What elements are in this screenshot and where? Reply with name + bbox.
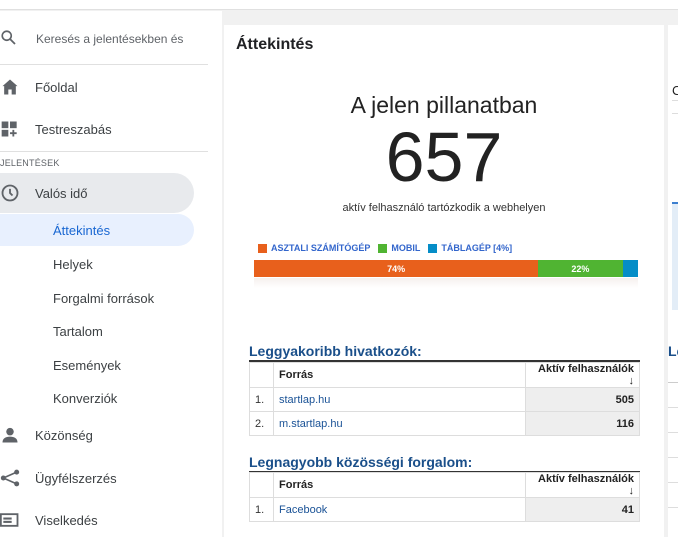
social-table: Forrás Aktív felhasználók ↓ 1. Facebook … <box>249 472 640 522</box>
divider <box>0 151 208 152</box>
row-index: 2. <box>249 411 274 436</box>
legend-mobile: MOBIL <box>378 243 420 253</box>
nav-realtime-traffic-sources[interactable]: Forgalmi források <box>53 291 154 306</box>
header-source[interactable]: Forrás <box>273 472 526 498</box>
nav-home[interactable]: Főoldal <box>0 69 194 105</box>
row-source-link[interactable]: startlap.hu <box>273 387 526 412</box>
nav-home-label: Főoldal <box>35 79 78 95</box>
table-row: 2. m.startlap.hu 116 <box>249 411 640 436</box>
nav-behavior-label: Viselkedés <box>35 512 98 528</box>
right-panel-section-title: Le <box>668 343 678 359</box>
now-title: A jelen pillanatban <box>350 92 538 118</box>
legend-tablet: TÁBLAGÉP [4%] <box>428 243 512 253</box>
table-header-row: Forrás Aktív felhasználók ↓ <box>249 472 640 498</box>
legend-swatch <box>258 243 267 253</box>
right-panel-chart <box>672 202 678 310</box>
page-title: Áttekintés <box>236 36 314 53</box>
bar-reflection <box>254 278 638 288</box>
nav-acquisition[interactable]: Ügyfélszerzés <box>0 460 194 496</box>
nav-realtime-label: Valós idő <box>35 185 88 201</box>
person-icon <box>2 427 18 443</box>
device-legend: ASZTALI SZÁMÍTÓGÉP MOBIL TÁBLAGÉP [4%] <box>258 243 512 253</box>
sort-down-icon: ↓ <box>628 485 635 497</box>
table-row: 1. Facebook 41 <box>249 497 640 522</box>
header-source[interactable]: Forrás <box>273 362 526 388</box>
referrers-title: Leggyakoribb hivatkozók: <box>249 343 422 359</box>
social-title: Legnagyobb közösségi forgalom: <box>249 454 473 470</box>
nav-customize-label: Testreszabás <box>35 121 112 137</box>
overview-panel: Áttekintés A jelen pillanatban 657 aktív… <box>224 25 664 537</box>
search-icon <box>1 30 16 45</box>
behavior-icon <box>0 513 19 527</box>
device-bar-segment: 74% <box>254 260 539 277</box>
nav-realtime-locations[interactable]: Helyek <box>53 257 93 272</box>
header-index <box>249 362 274 388</box>
active-users-subtitle: aktív felhasználó tartózkodik a webhelye… <box>342 202 546 214</box>
acquisition-icon <box>0 469 20 487</box>
row-source-link[interactable]: m.startlap.hu <box>273 411 526 436</box>
nav-realtime-events[interactable]: Események <box>53 358 121 373</box>
row-source-link[interactable]: Facebook <box>273 497 526 522</box>
sort-down-icon: ↓ <box>628 375 635 387</box>
analytics-realtime-screen: Keresés a jelentésekben és Főoldal Testr… <box>0 0 678 537</box>
clock-icon <box>1 184 19 202</box>
legend-mobile-label: MOBIL <box>391 243 421 253</box>
right-panel-partial: C Le <box>668 25 678 537</box>
reports-section-label: JELENTÉSEK <box>0 158 60 168</box>
row-value: 41 <box>525 497 640 522</box>
dashboard-add-icon <box>1 121 17 137</box>
legend-swatch <box>428 243 438 253</box>
legend-desktop: ASZTALI SZÁMÍTÓGÉP <box>258 243 370 253</box>
sidebar: Keresés a jelentésekben és Főoldal Testr… <box>0 11 222 537</box>
header-active-users[interactable]: Aktív felhasználók ↓ <box>525 472 640 498</box>
table-row: 1. startlap.hu 505 <box>249 387 640 412</box>
right-panel-heading: C <box>672 83 678 98</box>
right-panel-table <box>668 382 678 532</box>
nav-realtime-conversions[interactable]: Konverziók <box>53 391 117 406</box>
nav-realtime-content[interactable]: Tartalom <box>53 324 103 339</box>
header-active-users-label: Aktív felhasználók <box>538 473 634 485</box>
row-index: 1. <box>249 497 274 522</box>
legend-desktop-label: ASZTALI SZÁMÍTÓGÉP <box>271 243 371 253</box>
right-panel-row <box>672 100 678 114</box>
home-icon <box>2 79 18 95</box>
device-bar-segment: 22% <box>538 260 623 277</box>
nav-acquisition-label: Ügyfélszerzés <box>35 470 117 486</box>
header-active-users-label: Aktív felhasználók <box>538 363 634 375</box>
nav-behavior[interactable]: Viselkedés <box>0 502 194 537</box>
legend-swatch <box>378 243 388 253</box>
device-share-bar: 74% 22% <box>254 260 638 277</box>
referrers-table: Forrás Aktív felhasználók ↓ 1. startlap.… <box>249 362 640 436</box>
row-value: 505 <box>525 387 640 412</box>
nav-audience[interactable]: Közönség <box>0 417 194 453</box>
row-index: 1. <box>249 387 274 412</box>
legend-tablet-label: TÁBLAGÉP [4%] <box>441 243 513 253</box>
header-active-users[interactable]: Aktív felhasználók ↓ <box>525 362 640 388</box>
table-header-row: Forrás Aktív felhasználók ↓ <box>249 362 640 388</box>
nav-realtime[interactable]: Valós idő <box>0 175 194 211</box>
top-bar <box>0 0 678 10</box>
device-bar-segment <box>622 260 638 277</box>
nav-realtime-overview[interactable]: Áttekintés <box>53 223 110 238</box>
header-index <box>249 472 274 498</box>
search-placeholder: Keresés a jelentésekben és <box>36 32 184 46</box>
nav-customize[interactable]: Testreszabás <box>0 111 194 147</box>
active-users-count: 657 <box>385 118 503 196</box>
nav-audience-label: Közönség <box>35 427 93 443</box>
row-value: 116 <box>525 411 640 436</box>
report-search[interactable]: Keresés a jelentésekben és <box>0 23 210 53</box>
divider <box>0 64 208 65</box>
